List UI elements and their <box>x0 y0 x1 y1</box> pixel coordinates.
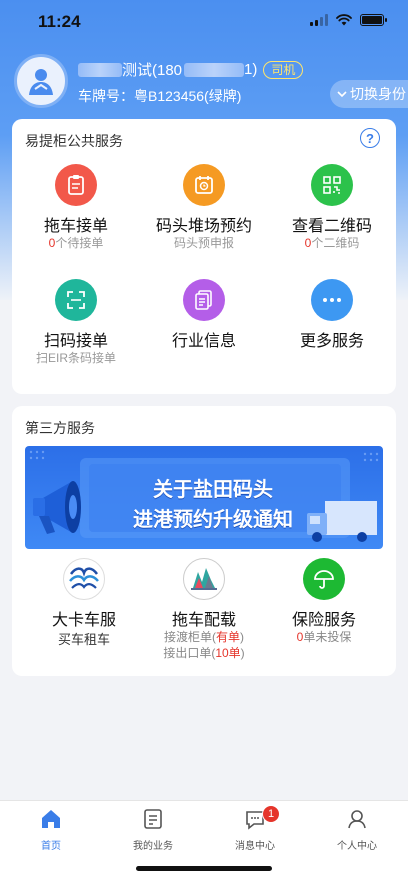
service-label: 扫码接单 <box>43 333 108 350</box>
service-label: 大卡车服 <box>51 612 116 629</box>
service-truck-service[interactable]: 大卡车服 买车租车 <box>20 558 148 648</box>
tab-label: 我的业务 <box>133 841 173 852</box>
tab-label: 首页 <box>41 841 61 852</box>
switch-identity-label: 切换身份 <box>350 86 406 102</box>
service-more[interactable]: 更多服务 <box>268 279 396 350</box>
signal-icon <box>310 14 328 26</box>
service-terminal-booking[interactable]: 码头堆场预约 码头预申报 <box>140 164 268 251</box>
service-subtitle: 接渡柜单(有单) 接出口单(10单) <box>163 630 245 660</box>
battery-icon <box>360 14 387 26</box>
document-icon <box>183 279 225 321</box>
tab-my-business[interactable]: 我的业务 <box>102 807 204 852</box>
service-towing-loading[interactable]: 拖车配载 接渡柜单(有单) 接出口单(10单) <box>140 558 268 661</box>
qrcode-icon <box>311 164 353 206</box>
status-bar: 11:24 <box>0 0 408 46</box>
tab-label: 个人中心 <box>337 841 377 852</box>
unread-badge: 1 <box>262 805 280 823</box>
user-avatar-icon <box>29 69 53 95</box>
clipboard-icon <box>55 164 97 206</box>
status-time: 11:24 <box>38 12 81 31</box>
banner-title-line1: 关于盐田码头 <box>153 479 273 501</box>
service-label: 查看二维码 <box>291 218 372 235</box>
service-label: 更多服务 <box>299 333 364 350</box>
service-industry-info[interactable]: 行业信息 <box>140 279 268 350</box>
role-badge: 司机 <box>263 60 304 79</box>
help-icon[interactable]: ? <box>360 128 380 148</box>
calendar-clock-icon <box>183 164 225 206</box>
tab-message-center[interactable]: 1 消息中心 <box>204 805 306 852</box>
service-subtitle: 0单未投保 <box>296 630 352 644</box>
chevron-down-icon <box>337 91 347 98</box>
public-services-card: 易提柜公共服务 ? 拖车接单 0个待接单 码头堆场预约 码头预申报 查看二维码 … <box>12 119 396 394</box>
service-towing-orders[interactable]: 拖车接单 0个待接单 <box>12 164 140 251</box>
home-icon <box>42 810 60 828</box>
user-name-text: 测试(180 <box>122 62 183 79</box>
person-icon <box>348 810 366 829</box>
switch-identity-button[interactable]: 切换身份 <box>330 80 408 108</box>
announcement-banner[interactable]: 关于盐田码头 进港预约升级通知 <box>25 446 383 549</box>
tab-home[interactable]: 首页 <box>0 807 102 852</box>
service-scan-order[interactable]: 扫码接单 扫EIR条码接单 <box>12 279 140 366</box>
wave-logo-icon <box>63 558 105 600</box>
user-name-suffix: 1) <box>244 61 258 78</box>
service-label: 码头堆场预约 <box>155 218 252 235</box>
third-party-card: 第三方服务 关于盐田码头 进港预约升级通知 大卡车服 买车租车 拖车配载 接渡柜… <box>12 406 396 676</box>
service-subtitle: 0个二维码 <box>304 236 360 250</box>
service-label: 拖车配载 <box>171 612 236 629</box>
service-subtitle: 扫EIR条码接单 <box>35 351 116 365</box>
service-insurance[interactable]: 保险服务 0单未投保 <box>260 558 388 645</box>
tab-personal-center[interactable]: 个人中心 <box>306 807 408 852</box>
more-dots-icon <box>311 279 353 321</box>
tab-label: 消息中心 <box>235 841 275 852</box>
service-subtitle: 买车租车 <box>57 632 110 647</box>
service-label: 行业信息 <box>171 333 236 350</box>
service-view-qrcode[interactable]: 查看二维码 0个二维码 <box>268 164 396 251</box>
scan-icon <box>55 279 97 321</box>
service-subtitle: 0个待接单 <box>48 236 104 250</box>
section-title: 易提柜公共服务 <box>25 133 123 149</box>
avatar[interactable] <box>14 54 68 108</box>
user-name: 测试(180 1) 司机 <box>78 59 304 80</box>
port-logo-icon <box>183 558 225 600</box>
service-label: 保险服务 <box>291 612 356 629</box>
umbrella-icon <box>303 558 345 600</box>
masked-text <box>78 62 122 77</box>
masked-text <box>184 62 245 77</box>
home-indicator <box>136 866 272 871</box>
task-list-icon <box>144 809 162 829</box>
section-title: 第三方服务 <box>25 420 95 436</box>
plate-number: 车牌号：粤B123456(绿牌) <box>78 88 242 104</box>
wifi-icon <box>336 14 352 26</box>
user-profile: 测试(180 1) 司机 车牌号：粤B123456(绿牌) 切换身份 <box>14 54 408 110</box>
banner-title-line2: 进港预约升级通知 <box>133 509 293 531</box>
service-subtitle: 码头预申报 <box>173 236 234 250</box>
service-label: 拖车接单 <box>43 218 108 235</box>
